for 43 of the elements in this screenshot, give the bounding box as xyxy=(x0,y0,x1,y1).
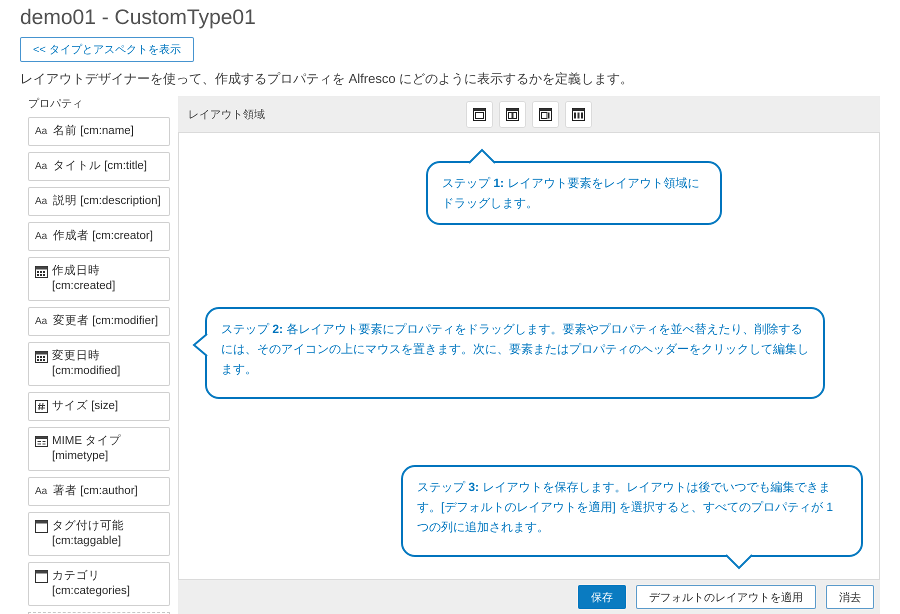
window-icon xyxy=(35,570,48,583)
property-item[interactable]: サイズ [size] xyxy=(28,392,170,421)
panel-heading: プロパティ xyxy=(27,96,84,111)
layout-tool-button[interactable] xyxy=(499,100,526,128)
callout-text: ステップ 3: レイアウトを保存します。レイアウトは後でいつでも編集できます。[デフォルトのレイアウトを適用] を選択すると、すべてのプロパティが 1 つの列に追加されます。 xyxy=(417,479,834,536)
action-button[interactable]: 消去 xyxy=(826,585,874,609)
font-icon: Aa xyxy=(35,194,49,209)
property-item[interactable]: MIME タイプ [mimetype] xyxy=(28,427,170,471)
save-button[interactable]: 保存 xyxy=(578,585,626,609)
property-item[interactable]: タグ付け可能 [cm:taggable] xyxy=(28,512,170,556)
property-item[interactable]: カテゴリ [cm:categories] xyxy=(28,562,170,606)
panel-heading: レイアウト領域 xyxy=(188,108,266,122)
font-icon: Aa xyxy=(35,314,49,329)
two-column-icon xyxy=(506,108,519,120)
callout-text: ステップ 2: 各レイアウト要素にプロパティをドラッグします。要素やプロパティを並べ替えたり、削除するには、そのアイコンの上にマウスを置きます。次に、要素またはプロパティのヘッダーをクリックして編集します。 xyxy=(221,321,809,378)
hash-icon xyxy=(35,400,48,413)
property-item[interactable]: Aa 作成者 [cm:creator] xyxy=(28,222,170,251)
property-item[interactable]: Aa 名前 [cm:name] xyxy=(28,117,170,146)
font-icon: Aa xyxy=(35,484,49,499)
three-column-icon xyxy=(572,108,585,120)
property-item[interactable]: 作成日時 [cm:created] xyxy=(28,257,170,301)
single-column-icon xyxy=(473,108,486,120)
font-icon: Aa xyxy=(35,229,49,244)
property-item[interactable]: Aa 著者 [cm:author] xyxy=(28,477,170,506)
back-button[interactable]: << タイプとアスペクトを表示 xyxy=(20,37,194,62)
sidebar-layout-icon xyxy=(539,108,552,120)
action-button[interactable]: デフォルトのレイアウトを適用 xyxy=(636,585,816,609)
page-title: demo01 - CustomType01 xyxy=(20,5,257,31)
property-item[interactable]: Aa タイトル [cm:title] xyxy=(28,152,170,181)
property-item[interactable]: 変更日時 [cm:modified] xyxy=(28,342,170,386)
property-item[interactable]: Aa 変更者 [cm:modifier] xyxy=(28,307,170,336)
card-icon xyxy=(35,435,48,448)
page-description: レイアウトデザイナーを使って、作成するプロパティを Alfresco にどのように表示するかを定義します。 xyxy=(20,70,634,88)
font-icon: Aa xyxy=(35,124,49,139)
layout-tool-button[interactable] xyxy=(565,100,592,128)
layout-tool-button[interactable] xyxy=(466,100,493,128)
calendar-icon xyxy=(35,350,48,363)
font-icon: Aa xyxy=(35,159,49,174)
calendar-icon xyxy=(35,265,48,278)
window-icon xyxy=(35,520,48,533)
callout-text: ステップ 1: レイアウト要素をレイアウト領域にドラッグします。 xyxy=(442,175,700,212)
property-item[interactable]: Aa 説明 [cm:description] xyxy=(28,187,170,216)
layout-tool-button[interactable] xyxy=(532,100,559,128)
